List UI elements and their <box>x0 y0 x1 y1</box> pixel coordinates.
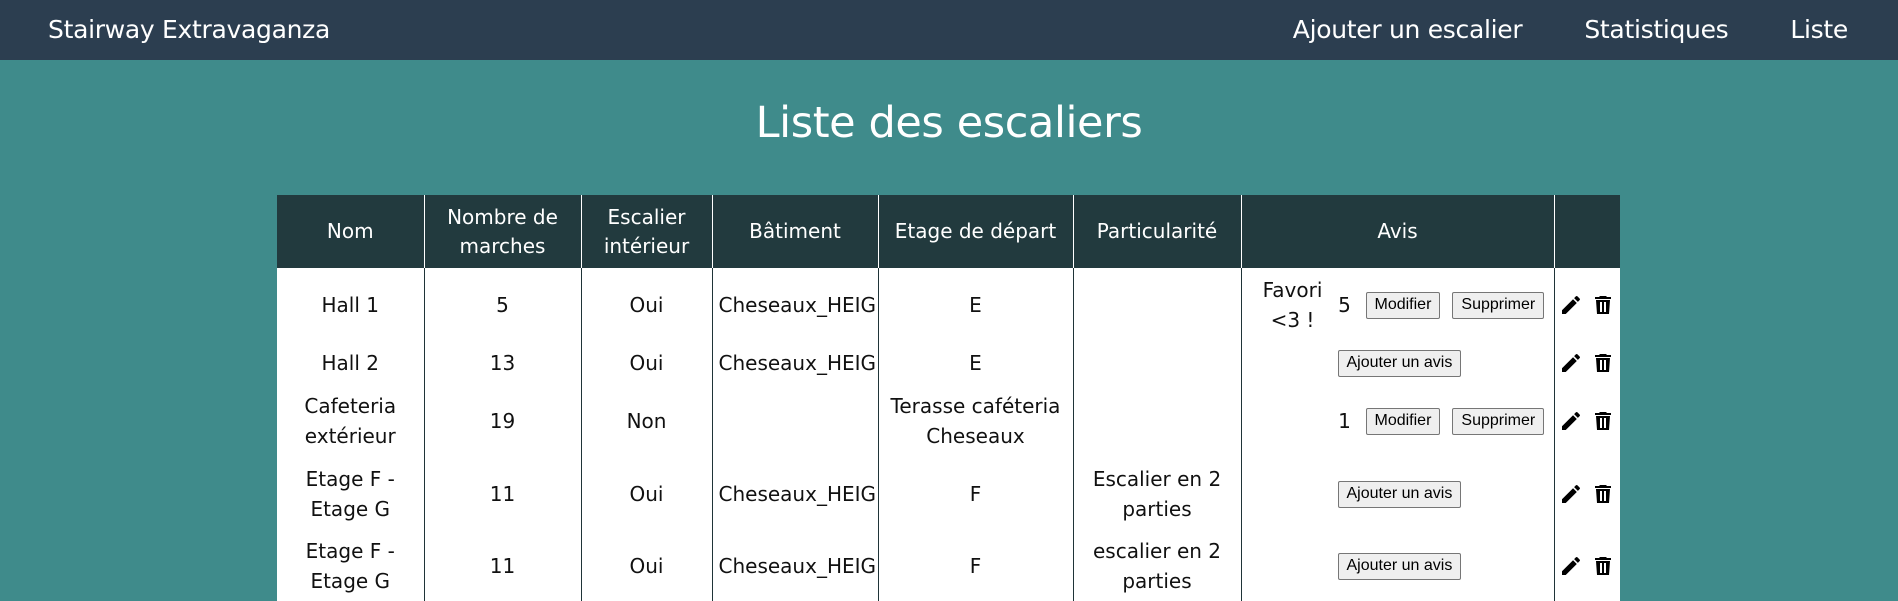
cell-nom: Cafeteria extérieur <box>277 384 425 458</box>
cell-particularite <box>1073 384 1242 458</box>
nav-link-add-stair[interactable]: Ajouter un escalier <box>1293 0 1523 60</box>
cell-particularite: escalier en 2 parties <box>1073 530 1242 601</box>
cell-particularite: Escalier en 2 parties <box>1073 458 1242 530</box>
header-escalier-interieur: Escalier intérieur <box>581 195 713 268</box>
table-row: Hall 1 5 Oui Cheseaux_HEIG E Favori <3 !… <box>277 268 1620 342</box>
pencil-icon[interactable] <box>1559 554 1583 578</box>
pencil-icon[interactable] <box>1559 482 1583 506</box>
cell-marches: 11 <box>424 458 582 530</box>
brand-title[interactable]: Stairway Extravaganza <box>48 0 330 60</box>
table-row: Etage F - Etage G 11 Oui Cheseaux_HEIG F… <box>277 458 1620 530</box>
cell-avis: Ajouter un avis <box>1241 458 1555 530</box>
trash-icon[interactable] <box>1591 293 1615 317</box>
rating-value: 1 <box>1338 409 1351 433</box>
stairs-table: Nom Nombre de marches Escalier intérieur… <box>277 195 1620 601</box>
trash-icon[interactable] <box>1591 482 1615 506</box>
pencil-icon[interactable] <box>1559 409 1583 433</box>
cell-actions <box>1554 458 1620 530</box>
table-row: Etage F - Etage G 11 Oui Cheseaux_HEIG F… <box>277 530 1620 601</box>
cell-marches: 5 <box>424 268 582 342</box>
cell-etage: E <box>878 268 1074 342</box>
trash-icon[interactable] <box>1591 351 1615 375</box>
cell-marches: 11 <box>424 530 582 601</box>
stairs-table-container: Nom Nombre de marches Escalier intérieur… <box>277 195 1620 601</box>
cell-actions <box>1554 384 1620 458</box>
cell-etage: F <box>878 458 1074 530</box>
modify-review-button[interactable]: Modifier <box>1365 407 1441 435</box>
delete-review-button[interactable]: Supprimer <box>1452 407 1545 435</box>
cell-batiment: Cheseaux_HEIG <box>712 530 879 601</box>
cell-etage: F <box>878 530 1074 601</box>
cell-avis: Favori <3 ! 5 Modifier Supprimer <box>1241 268 1555 342</box>
cell-marches: 19 <box>424 384 582 458</box>
cell-interieur: Non <box>581 384 713 458</box>
cell-interieur: Oui <box>581 458 713 530</box>
header-batiment: Bâtiment <box>712 195 879 268</box>
cell-interieur: Oui <box>581 342 713 384</box>
favorite-comment: Favori <3 ! <box>1262 278 1323 332</box>
cell-batiment: Cheseaux_HEIG <box>712 268 879 342</box>
add-review-button[interactable]: Ajouter un avis <box>1337 552 1462 580</box>
table-row: Cafeteria extérieur 19 Non Terasse cafét… <box>277 384 1620 458</box>
cell-etage: Terasse caféteria Cheseaux <box>878 384 1074 458</box>
header-avis: Avis <box>1241 195 1555 268</box>
trash-icon[interactable] <box>1591 554 1615 578</box>
cell-etage: E <box>878 342 1074 384</box>
header-particularite: Particularité <box>1073 195 1242 268</box>
pencil-icon[interactable] <box>1559 351 1583 375</box>
header-etage-depart: Etage de départ <box>878 195 1074 268</box>
table-row: Hall 2 13 Oui Cheseaux_HEIG E Ajouter un… <box>277 342 1620 384</box>
cell-particularite <box>1073 342 1242 384</box>
cell-nom: Etage F - Etage G <box>277 458 425 530</box>
cell-marches: 13 <box>424 342 582 384</box>
cell-actions <box>1554 342 1620 384</box>
cell-batiment: Cheseaux_HEIG <box>712 458 879 530</box>
nav-link-statistics[interactable]: Statistiques <box>1584 0 1728 60</box>
cell-interieur: Oui <box>581 530 713 601</box>
cell-avis: 1 Modifier Supprimer <box>1241 384 1555 458</box>
nav-link-list[interactable]: Liste <box>1790 0 1848 60</box>
table-header-row: Nom Nombre de marches Escalier intérieur… <box>277 195 1620 268</box>
top-navbar: Stairway Extravaganza Ajouter un escalie… <box>0 0 1898 60</box>
cell-actions <box>1554 530 1620 601</box>
modify-review-button[interactable]: Modifier <box>1365 291 1441 319</box>
cell-batiment: Cheseaux_HEIG <box>712 342 879 384</box>
cell-avis: Ajouter un avis <box>1241 342 1555 384</box>
add-review-button[interactable]: Ajouter un avis <box>1337 349 1462 377</box>
header-nombre-marches: Nombre de marches <box>424 195 582 268</box>
rating-value: 5 <box>1338 293 1351 317</box>
page-title: Liste des escaliers <box>755 98 1143 148</box>
header-actions <box>1554 195 1620 268</box>
pencil-icon[interactable] <box>1559 293 1583 317</box>
cell-batiment <box>712 384 879 458</box>
cell-actions <box>1554 268 1620 342</box>
trash-icon[interactable] <box>1591 409 1615 433</box>
header-nom: Nom <box>277 195 425 268</box>
nav-links: Ajouter un escalier Statistiques Liste <box>1293 0 1849 60</box>
cell-particularite <box>1073 268 1242 342</box>
cell-nom: Hall 1 <box>277 268 425 342</box>
cell-interieur: Oui <box>581 268 713 342</box>
cell-avis: Ajouter un avis <box>1241 530 1555 601</box>
add-review-button[interactable]: Ajouter un avis <box>1337 480 1462 508</box>
cell-nom: Hall 2 <box>277 342 425 384</box>
cell-nom: Etage F - Etage G <box>277 530 425 601</box>
delete-review-button[interactable]: Supprimer <box>1452 291 1545 319</box>
